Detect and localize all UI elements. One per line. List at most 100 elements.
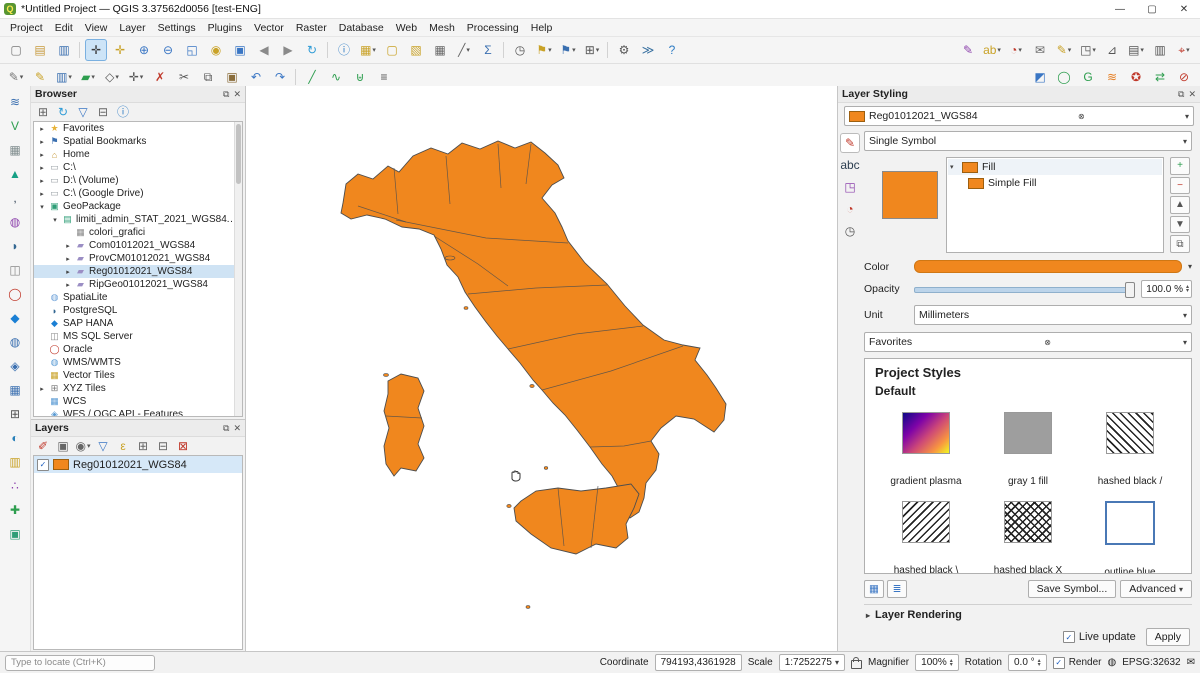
map-views-icon[interactable]: ⊞ <box>581 39 603 61</box>
new-3d-map-icon[interactable]: ◳ <box>1077 39 1099 61</box>
tab-labels[interactable]: abc <box>840 155 860 175</box>
dropdown-caret-icon[interactable]: ▾ <box>1188 262 1192 271</box>
close-button[interactable]: ✕ <box>1168 0 1200 18</box>
expander-icon[interactable]: ▸ <box>38 164 46 172</box>
filter-legend-icon[interactable]: ▽ <box>95 438 111 454</box>
style-item[interactable]: gray 1 fill <box>977 412 1079 487</box>
messages-icon[interactable]: ✉ <box>1187 657 1195 668</box>
expander-icon[interactable]: ▾ <box>950 163 958 171</box>
split-features-icon[interactable]: ╱ <box>301 66 323 88</box>
vertex-tool-icon[interactable]: ◇ <box>101 66 123 88</box>
browser-tree-item[interactable]: ▾ ▣ GeoPackage <box>34 200 242 213</box>
browser-tree-item[interactable]: ▸ ⚑ Spatial Bookmarks <box>34 135 242 148</box>
add-hana-icon[interactable]: ◆ <box>4 307 26 329</box>
menu-view[interactable]: View <box>79 21 114 35</box>
refresh-map-icon[interactable]: ↻ <box>301 39 323 61</box>
layer-labeling-icon[interactable]: ab <box>981 39 1003 61</box>
add-mssql-icon[interactable]: ◫ <box>4 259 26 281</box>
opacity-spinbox[interactable]: 100.0 % <box>1141 280 1192 298</box>
expander-icon[interactable]: ▾ <box>38 203 46 211</box>
browser-tree-item[interactable]: ▸ ▰ Com01012021_WGS84 <box>34 239 242 252</box>
style-item[interactable]: hashed black X <box>977 501 1079 574</box>
add-wfs-icon[interactable]: ◈ <box>4 355 26 377</box>
add-oracle-icon[interactable]: ◯ <box>4 283 26 305</box>
osm-search-icon[interactable]: ◯ <box>1053 66 1075 88</box>
expander-icon[interactable]: ▸ <box>64 242 72 250</box>
open-project-icon[interactable]: ▤ <box>29 39 51 61</box>
locator-search-input[interactable]: Type to locate (Ctrl+K) <box>5 655 155 671</box>
menu-help[interactable]: Help <box>525 21 559 35</box>
add-wms-icon[interactable]: ◍ <box>4 331 26 353</box>
new-bookmark-icon[interactable]: ⚑ <box>533 39 555 61</box>
browser-tree-item[interactable]: ▸ ★ Favorites <box>34 122 242 135</box>
add-xyz-icon[interactable]: ⊞ <box>4 403 26 425</box>
zoom-out-icon[interactable]: ⊖ <box>157 39 179 61</box>
expander-icon[interactable]: ▸ <box>38 385 46 393</box>
symbol-tree-fill-row[interactable]: ▾ Fill <box>948 159 1162 175</box>
browser-tree-item[interactable]: ▸ ▭ C:\ <box>34 161 242 174</box>
plugin-manager-icon[interactable]: ◩ <box>1029 66 1051 88</box>
expander-icon[interactable]: ▸ <box>38 177 46 185</box>
show-layout-manager-icon[interactable]: ▥ <box>1149 39 1171 61</box>
browser-tree-item[interactable]: ◆ SAP HANA <box>34 317 242 330</box>
add-vector-tile-icon[interactable]: ▥ <box>4 451 26 473</box>
menu-settings[interactable]: Settings <box>152 21 202 35</box>
browser-tree-item[interactable]: ▦ Vector Tiles <box>34 369 242 382</box>
add-symbol-layer-button[interactable]: + <box>1170 157 1190 175</box>
magnifier-spinbox[interactable]: 100% <box>915 654 959 671</box>
map-tips-icon[interactable]: ✉ <box>1029 39 1051 61</box>
reshape-features-icon[interactable]: ∿ <box>325 66 347 88</box>
apply-button[interactable]: Apply <box>1146 628 1190 646</box>
browser-tree-item[interactable]: ▦ colori_grafici <box>34 226 242 239</box>
browser-scrollbar[interactable] <box>234 122 242 416</box>
add-postgis-icon[interactable]: ◗ <box>4 235 26 257</box>
browser-tree-item[interactable]: ▦ WCS <box>34 395 242 408</box>
expander-icon[interactable]: ▸ <box>38 138 46 146</box>
expander-icon[interactable]: ▾ <box>51 216 59 224</box>
measure-icon[interactable]: ╱ <box>453 39 475 61</box>
menu-web[interactable]: Web <box>390 21 423 35</box>
crs-indicator[interactable]: EPSG:32632 <box>1122 657 1180 668</box>
duplicate-symbol-layer-button[interactable]: ⧉ <box>1170 235 1190 253</box>
data-source-manager-icon[interactable]: ≋ <box>4 91 26 113</box>
tab-history[interactable]: ◷ <box>840 221 860 241</box>
grass-tools-icon[interactable]: G <box>1077 66 1099 88</box>
browser-tree-item[interactable]: ▸ ⌂ Home <box>34 148 242 161</box>
menu-vector[interactable]: Vector <box>248 21 290 35</box>
browser-float-button[interactable]: ⧉ <box>223 89 229 100</box>
expander-icon[interactable]: ▸ <box>64 268 72 276</box>
add-point-cloud-icon[interactable]: ∴ <box>4 475 26 497</box>
clear-icon[interactable]: ⊗ <box>1044 338 1051 347</box>
advanced-button[interactable]: Advanced ▾ <box>1120 580 1192 598</box>
style-item[interactable]: hashed black / <box>1079 412 1181 487</box>
remove-layer-icon[interactable]: ⊠ <box>175 438 191 454</box>
style-item[interactable]: hashed black \ <box>875 501 977 574</box>
layers-close-button[interactable]: ✕ <box>233 423 241 434</box>
styling-close-button[interactable]: ✕ <box>1188 89 1196 100</box>
current-edits-icon[interactable]: ✎ <box>5 66 27 88</box>
toggle-editing-icon[interactable]: ✎ <box>29 66 51 88</box>
browser-tree-item[interactable]: ◍ SpatiaLite <box>34 291 242 304</box>
styling-layer-combo[interactable]: Reg01012021_WGS84 ⊗ ▾ <box>844 106 1194 126</box>
browser-filter-icon[interactable]: ▽ <box>75 104 91 120</box>
filter-by-expression-icon[interactable]: ε <box>115 438 131 454</box>
add-wcs-icon[interactable]: ▦ <box>4 379 26 401</box>
tab-symbology[interactable]: ✎ <box>840 133 860 153</box>
browser-tree-item[interactable]: ◯ Oracle <box>34 343 242 356</box>
save-symbol-button[interactable]: Save Symbol... <box>1028 580 1117 598</box>
move-up-button[interactable]: ▲ <box>1170 196 1190 214</box>
python-console-icon[interactable]: ≫ <box>637 39 659 61</box>
add-group-icon[interactable]: ▣ <box>55 438 71 454</box>
lock-scale-icon[interactable] <box>851 660 862 669</box>
layers-float-button[interactable]: ⧉ <box>223 423 229 434</box>
unit-combo[interactable]: Millimeters ▾ <box>914 305 1192 325</box>
modify-attributes-icon[interactable]: ≡ <box>373 66 395 88</box>
symbol-tree-simple-fill-row[interactable]: Simple Fill <box>948 175 1162 191</box>
menu-raster[interactable]: Raster <box>290 21 333 35</box>
add-mesh-layer-icon[interactable]: ▲ <box>4 163 26 185</box>
zoom-last-icon[interactable]: ◀ <box>253 39 275 61</box>
styling-float-button[interactable]: ⧉ <box>1178 89 1184 100</box>
symbol-type-combo[interactable]: Single Symbol ▾ <box>864 131 1192 151</box>
spin-arrows-icon[interactable] <box>950 659 953 667</box>
minimize-button[interactable]: — <box>1104 0 1136 18</box>
